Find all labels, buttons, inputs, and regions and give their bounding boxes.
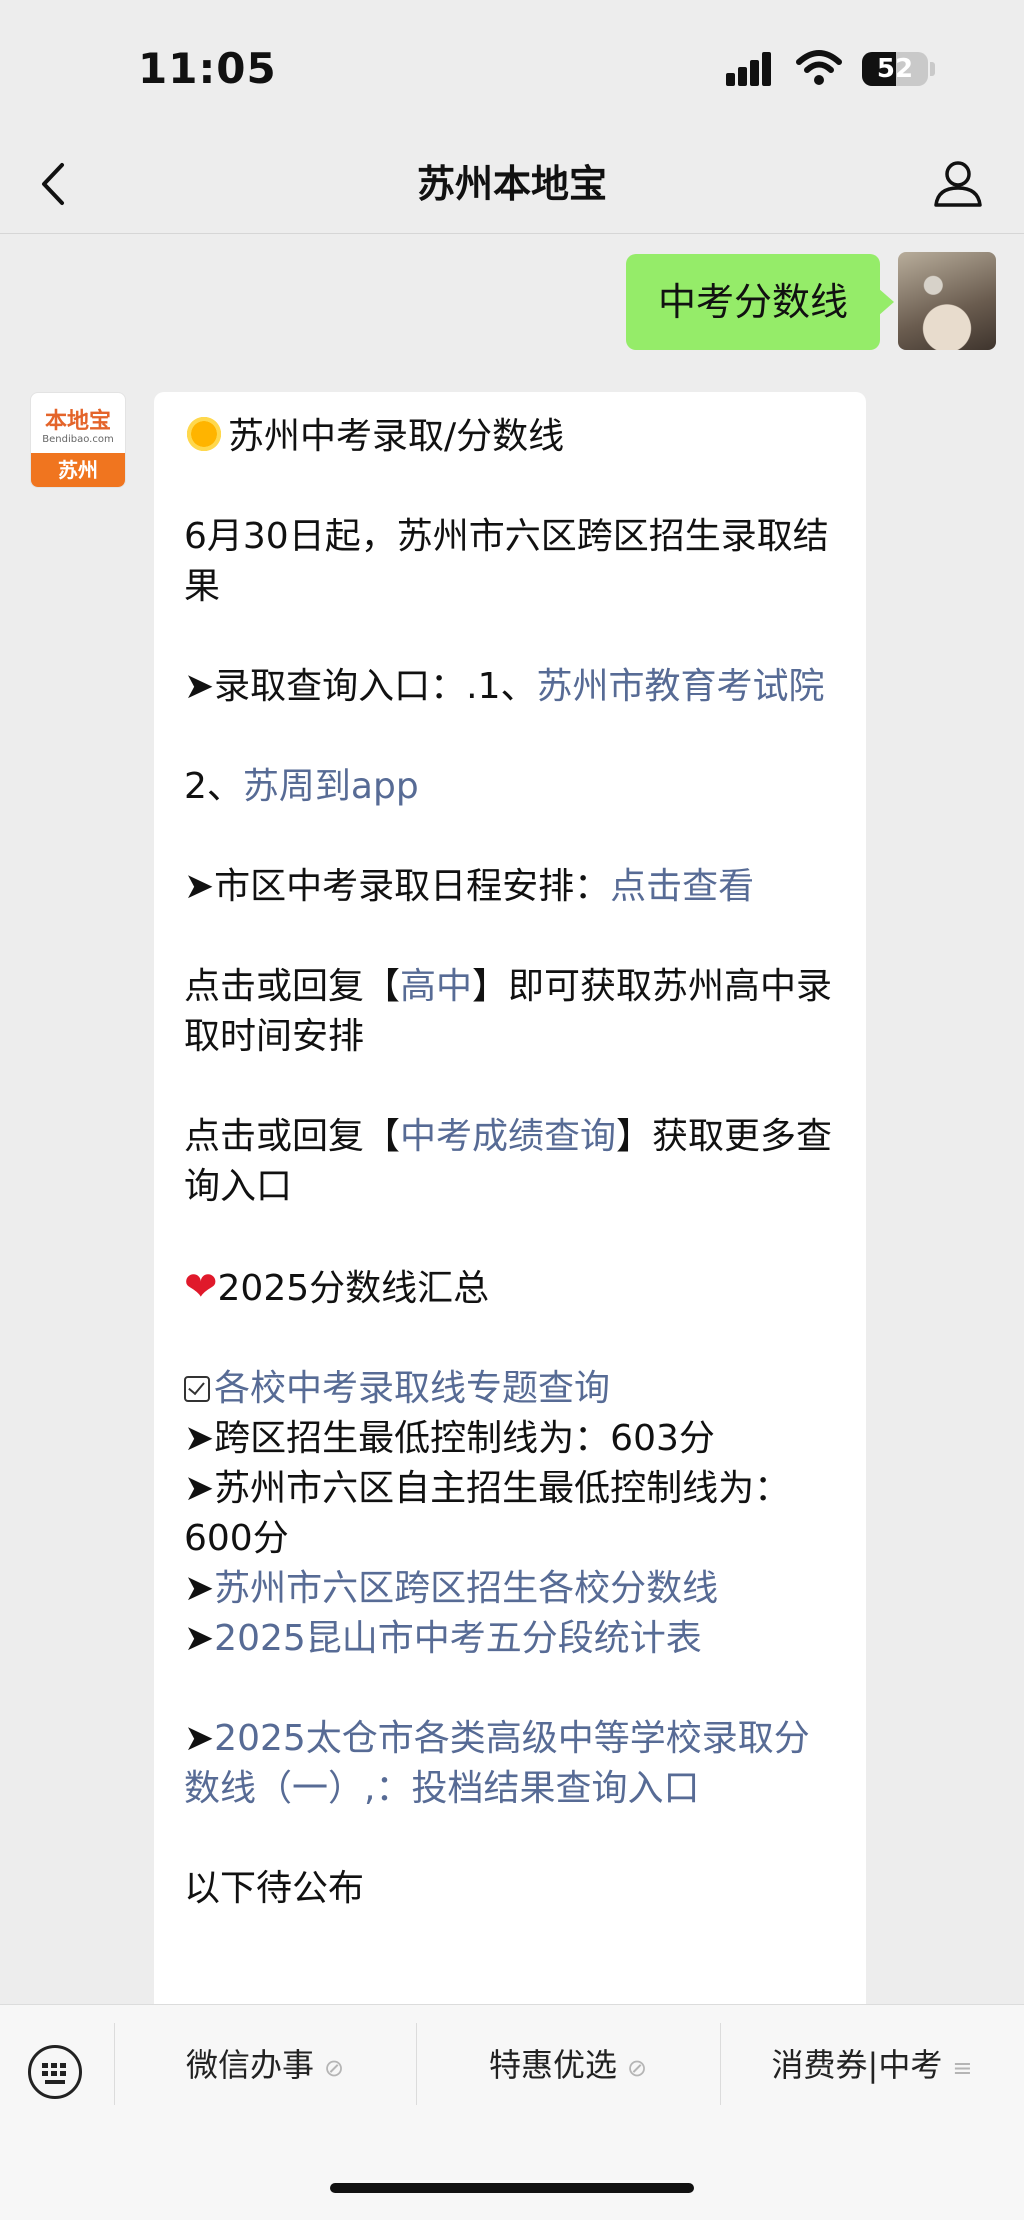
menu-item-label: 消费券|中考 — [771, 2046, 943, 2084]
status-time: 11:05 — [138, 44, 277, 93]
link-icon: ⊘ — [626, 2054, 648, 2082]
link-kunshan-stats[interactable]: 2025昆山市中考五分段统计表 — [214, 1618, 702, 1659]
outgoing-message-bubble[interactable]: 中考分数线 — [625, 254, 894, 350]
arrow-glyph: ➤ — [184, 1718, 215, 1759]
reply-query-entry: ➤录取查询入口：.1、苏州市教育考试院 — [184, 662, 838, 712]
sun-emoji — [184, 414, 224, 454]
avatar-city-label: 苏州 — [31, 453, 125, 487]
reply-paragraph-date: 6月30日起，苏州市六区跨区招生录取结果 — [184, 516, 829, 607]
heart-emoji: ❤ — [184, 1264, 218, 1310]
summary-heading: ❤2025分数线汇总 — [184, 1262, 838, 1314]
pending-text: 以下待公布 — [184, 1868, 365, 1909]
link-view-schedule[interactable]: 点击查看 — [610, 866, 754, 907]
person-icon[interactable] — [932, 157, 984, 209]
menu-item-deals[interactable]: 特惠优选 ⊘ — [416, 2005, 720, 2125]
link-high-school[interactable]: 高中 — [400, 966, 472, 1007]
menu-item-wechat-services[interactable]: 微信办事 ⊘ — [114, 2005, 416, 2125]
reply-high-school: 点击或回复【高中】即可获取苏州高中录取时间安排 — [184, 962, 838, 1062]
avatar-domain-text: Bendibao.com — [42, 434, 114, 445]
incoming-message-bubble: 苏州中考录取/分数线 6月30日起，苏州市六区跨区招生录取结果 ➤录取查询入口：… — [154, 392, 866, 2092]
link-line-taicang: ➤2025太仓市各类高级中等学校录取分数线（一）,：投档结果查询入口 — [184, 1714, 838, 1814]
reply2-prefix: 点击或回复【 — [184, 1116, 401, 1157]
link-education-exam-institute[interactable]: 苏州市教育考试院 — [537, 666, 825, 707]
schedule-prefix: ➤市区中考录取日程安排： — [184, 866, 611, 907]
reply-heading-text: 苏州中考录取/分数线 — [228, 416, 565, 457]
arrow-glyph: ➤ — [184, 1618, 215, 1659]
reply-schedule: ➤市区中考录取日程安排：点击查看 — [184, 862, 838, 912]
chat-title: 苏州本地宝 — [416, 162, 607, 206]
battery-percent: 52 — [876, 54, 914, 84]
status-bar: 11:05 52 — [0, 0, 1024, 135]
query2-prefix: 2、 — [184, 766, 243, 807]
reply-score-query: 点击或回复【中考成绩查询】获取更多查询入口 — [184, 1112, 838, 1212]
battery-indicator: 52 — [862, 52, 928, 86]
reply-query-entry-2: 2、苏周到app — [184, 762, 838, 812]
link-icon: ⊘ — [323, 2054, 345, 2082]
summary-heading-text: 2025分数线汇总 — [217, 1268, 490, 1309]
link-six-districts-scores[interactable]: 苏州市六区跨区招生各校分数线 — [214, 1568, 718, 1609]
score-line-self-enrollment: ➤苏州市六区自主招生最低控制线为：600分 — [184, 1468, 791, 1559]
link-score-query[interactable]: 中考成绩查询 — [400, 1116, 616, 1157]
user-avatar[interactable] — [898, 252, 996, 350]
reply-heading: 苏州中考录取/分数线 — [184, 412, 838, 462]
outgoing-message-text: 中考分数线 — [657, 280, 848, 324]
nav-bar: 苏州本地宝 — [0, 135, 1024, 234]
menu-icon: ≡ — [952, 2054, 973, 2082]
check-line: 各校中考录取线专题查询 — [184, 1364, 838, 1414]
checkbox-icon — [184, 1376, 210, 1402]
link-line-kunshan: ➤2025昆山市中考五分段统计表 — [184, 1614, 838, 1664]
link-taicang-scores[interactable]: 2025太仓市各类高级中等学校录取分数线（一）,：投档结果查询入口 — [184, 1718, 810, 1809]
link-line-six-districts: ➤苏州市六区跨区招生各校分数线 — [184, 1564, 838, 1614]
menu-item-coupons[interactable]: 消费券|中考 ≡ — [720, 2005, 1024, 2125]
reply1-prefix: 点击或回复【 — [184, 966, 401, 1007]
query-prefix: ➤录取查询入口：.1、 — [184, 666, 537, 707]
cellular-signal-icon — [726, 52, 780, 86]
wifi-icon — [796, 50, 842, 85]
bubble-tail — [878, 288, 894, 316]
arrow-glyph: ➤ — [184, 1568, 215, 1609]
menu-item-label: 微信办事 — [185, 2046, 314, 2084]
keyboard-icon[interactable] — [28, 2045, 82, 2099]
score-line-cross-district: ➤跨区招生最低控制线为：603分 — [184, 1418, 715, 1459]
menu-item-label: 特惠优选 — [488, 2046, 617, 2084]
link-suzhoudao-app[interactable]: 苏周到app — [243, 766, 419, 807]
battery-tip — [930, 62, 935, 76]
official-account-avatar[interactable]: 本地宝 Bendibao.com 苏州 — [30, 392, 126, 488]
home-indicator[interactable] — [330, 2183, 694, 2193]
avatar-logo-text: 本地宝 — [44, 408, 111, 434]
link-school-score-topic[interactable]: 各校中考录取线专题查询 — [214, 1368, 610, 1409]
